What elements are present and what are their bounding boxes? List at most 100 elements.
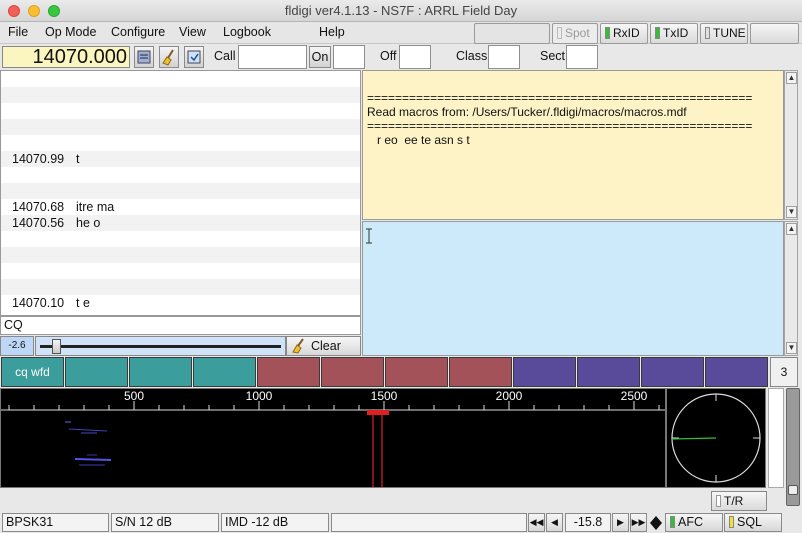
fast-forward-icon[interactable]: ▶▶ bbox=[630, 513, 647, 532]
browser-row[interactable]: 14070.68 itre ma bbox=[1, 199, 360, 215]
squelch-slider-thumb[interactable] bbox=[52, 339, 62, 354]
waterfall-svg: 500 1000 1500 2000 2500 bbox=[1, 389, 665, 487]
tr-label: T/R bbox=[724, 494, 744, 508]
rxid-button[interactable]: RxID bbox=[600, 23, 648, 44]
call-field[interactable] bbox=[238, 45, 307, 69]
browser-row[interactable] bbox=[1, 71, 360, 87]
browser-row[interactable] bbox=[1, 183, 360, 199]
transmit-text-pane[interactable] bbox=[362, 221, 784, 356]
browser-row[interactable] bbox=[1, 247, 360, 263]
fast-rewind-icon[interactable]: ◀◀ bbox=[528, 513, 545, 532]
window-title: fldigi ver4.1.13 - NS7F : ARRL Field Day bbox=[284, 3, 518, 18]
browser-row[interactable]: 14070.99 t bbox=[1, 151, 360, 167]
offset-value[interactable]: -15.8 bbox=[565, 513, 611, 532]
on-button[interactable]: On bbox=[309, 46, 331, 68]
macro-button-6[interactable] bbox=[321, 357, 384, 387]
browser-row[interactable] bbox=[1, 279, 360, 295]
macro-button-12[interactable] bbox=[705, 357, 768, 387]
tune-label: TUNE bbox=[713, 26, 746, 40]
tx-scrollbar[interactable]: ▲ ▼ bbox=[784, 221, 798, 356]
macro-button-3[interactable] bbox=[129, 357, 192, 387]
freq-list-icon[interactable] bbox=[134, 46, 154, 68]
off-time-field[interactable] bbox=[399, 45, 431, 69]
menu-file[interactable]: File bbox=[8, 25, 28, 39]
save-qso-icon[interactable] bbox=[184, 46, 204, 68]
zoom-window-button[interactable] bbox=[48, 5, 60, 17]
macro-button-8[interactable] bbox=[449, 357, 512, 387]
sql-label: SQL bbox=[737, 515, 763, 529]
browser-row-freq: 14070.56 bbox=[12, 216, 65, 230]
on-time-field[interactable] bbox=[333, 45, 365, 69]
sect-field[interactable] bbox=[566, 45, 598, 69]
sn-status: S/N 12 dB bbox=[111, 513, 219, 532]
receive-text-pane[interactable]: ========================================… bbox=[362, 70, 784, 220]
browser-row[interactable] bbox=[1, 135, 360, 151]
spot-button[interactable]: Spot bbox=[552, 23, 598, 44]
sect-label: Sect bbox=[540, 49, 566, 63]
rx-scrollbar[interactable]: ▲ ▼ bbox=[784, 70, 798, 220]
waterfall-scale-label: 500 bbox=[124, 389, 144, 403]
call-label: Call bbox=[214, 49, 236, 63]
status-message bbox=[331, 513, 527, 532]
waterfall-level-scrollbar[interactable] bbox=[786, 388, 800, 506]
minimize-window-button[interactable] bbox=[28, 5, 40, 17]
off-label: Off bbox=[380, 49, 397, 63]
blank-menu-box bbox=[474, 23, 550, 44]
browser-row-freq: 14070.99 bbox=[12, 152, 65, 166]
sql-button[interactable]: SQL bbox=[724, 513, 782, 532]
scroll-down-icon[interactable]: ▼ bbox=[786, 206, 797, 218]
macro-button-7[interactable] bbox=[385, 357, 448, 387]
browser-row[interactable] bbox=[1, 103, 360, 119]
title-bar: fldigi ver4.1.13 - NS7F : ARRL Field Day bbox=[0, 0, 802, 22]
app-window: fldigi ver4.1.13 - NS7F : ARRL Field Day… bbox=[0, 0, 802, 533]
browser-row[interactable]: 14070.10 t e bbox=[1, 295, 360, 311]
mode-status[interactable]: BPSK31 bbox=[2, 513, 109, 532]
menu-configure[interactable]: Configure bbox=[111, 25, 165, 39]
blank-toolbar-button[interactable] bbox=[750, 23, 799, 44]
macro-button-4[interactable] bbox=[193, 357, 256, 387]
tx-scroll-up-icon[interactable]: ▲ bbox=[786, 223, 797, 235]
lock-diamond-icon[interactable] bbox=[649, 515, 663, 531]
class-field[interactable] bbox=[488, 45, 520, 69]
macro-button-10[interactable] bbox=[577, 357, 640, 387]
tx-scroll-down-icon[interactable]: ▼ bbox=[786, 342, 797, 354]
macro-button-9[interactable] bbox=[513, 357, 576, 387]
menu-op-mode[interactable]: Op Mode bbox=[45, 25, 96, 39]
macro-button-1[interactable]: cq wfd bbox=[1, 357, 64, 387]
cq-input[interactable]: CQ bbox=[0, 316, 361, 335]
macro-page-number[interactable]: 3 bbox=[770, 357, 798, 387]
macro-button-2[interactable] bbox=[65, 357, 128, 387]
broom-clear-icon[interactable] bbox=[159, 46, 179, 68]
afc-button[interactable]: AFC bbox=[665, 513, 723, 532]
browser-row[interactable] bbox=[1, 231, 360, 247]
broom-icon bbox=[292, 338, 304, 354]
browser-row[interactable] bbox=[1, 87, 360, 103]
imd-status: IMD -12 dB bbox=[221, 513, 329, 532]
clear-label: Clear bbox=[311, 339, 341, 353]
close-window-button[interactable] bbox=[8, 5, 20, 17]
browser-row[interactable] bbox=[1, 119, 360, 135]
scroll-up-icon[interactable]: ▲ bbox=[786, 72, 797, 84]
browser-row[interactable] bbox=[1, 167, 360, 183]
browser-row-freq: 14070.68 bbox=[12, 200, 65, 214]
macro-button-5[interactable] bbox=[257, 357, 320, 387]
menu-help[interactable]: Help bbox=[319, 25, 345, 39]
txid-button[interactable]: TxID bbox=[650, 23, 698, 44]
level-thumb[interactable] bbox=[788, 485, 798, 495]
tr-button[interactable]: T/R bbox=[711, 491, 767, 511]
menu-logbook[interactable]: Logbook bbox=[223, 25, 271, 39]
step-forward-icon[interactable]: ▶ bbox=[612, 513, 629, 532]
waterfall-display[interactable]: 500 1000 1500 2000 2500 bbox=[0, 388, 666, 488]
signal-browser[interactable]: 14070.99 t 14070.68 itre ma 14070.56 he o 1407… bbox=[0, 70, 361, 316]
frequency-display[interactable]: 14070.000 bbox=[2, 46, 130, 68]
macro-button-11[interactable] bbox=[641, 357, 704, 387]
squelch-value: -2.6 bbox=[0, 336, 34, 356]
browser-row[interactable] bbox=[1, 263, 360, 279]
step-back-icon[interactable]: ◀ bbox=[546, 513, 563, 532]
clear-button[interactable]: Clear bbox=[286, 336, 361, 356]
tune-button[interactable]: TUNE bbox=[700, 23, 748, 44]
menu-view[interactable]: View bbox=[179, 25, 206, 39]
phase-scope bbox=[666, 388, 766, 488]
squelch-slider[interactable] bbox=[35, 336, 286, 356]
browser-row[interactable]: 14070.56 he o bbox=[1, 215, 360, 231]
